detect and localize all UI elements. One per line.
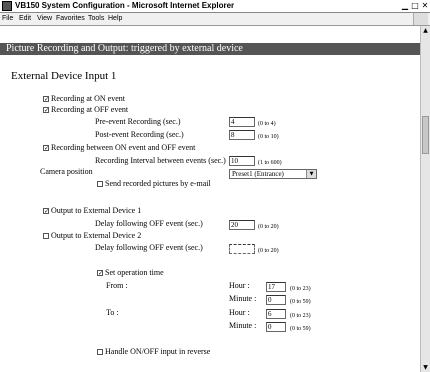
delay2-range: (0 to 20) — [258, 248, 279, 254]
from-label: From : — [106, 281, 128, 290]
recording-off-checkbox[interactable]: ✓ — [43, 107, 49, 114]
vertical-scrollbar[interactable]: ▲ ▼ — [420, 26, 430, 372]
post-event-range: (0 to 10) — [258, 134, 279, 140]
menu-tools[interactable]: Tools — [88, 14, 104, 24]
post-event-input[interactable]: 8 — [229, 130, 255, 140]
delay2-input[interactable] — [229, 244, 255, 254]
recording-between-checkbox[interactable]: ✓ — [43, 145, 49, 152]
set-time-label: Set operation time — [105, 268, 164, 277]
send-email-checkbox[interactable] — [97, 181, 103, 187]
pre-event-range: (0 to 4) — [258, 121, 276, 127]
menu-view[interactable]: View — [37, 14, 52, 24]
pre-event-label: Pre-event Recording (sec.) — [95, 117, 181, 126]
window-title: VB150 System Configuration - Microsoft I… — [15, 1, 235, 10]
output2-checkbox[interactable] — [43, 233, 49, 239]
camera-position-label: Camera position — [40, 167, 93, 176]
delay2-label: Delay following OFF event (sec.) — [95, 243, 203, 252]
recording-off-label: Recording at OFF event — [51, 105, 129, 114]
output1-label: Output to External Device 1 — [51, 206, 142, 215]
recording-on-checkbox[interactable]: ✓ — [43, 96, 49, 103]
maximize-icon[interactable]: □ — [410, 1, 420, 11]
page-content: Picture Recording and Output: triggered … — [0, 26, 420, 372]
delay1-range: (0 to 20) — [258, 224, 279, 230]
set-time-checkbox[interactable]: ✓ — [97, 270, 103, 277]
menu-bar: File Edit View Favorites Tools Help — [0, 13, 430, 26]
delay1-input[interactable]: 20 — [229, 220, 255, 230]
chevron-down-icon[interactable]: ▼ — [306, 170, 316, 178]
menu-file[interactable]: File — [2, 14, 13, 24]
interval-range: (1 to 600) — [258, 160, 282, 166]
minimize-icon[interactable]: ▁ — [400, 1, 410, 11]
from-hour-input[interactable]: 17 — [266, 282, 286, 292]
section-title: External Device Input 1 — [11, 70, 117, 82]
menu-favorites[interactable]: Favorites — [56, 14, 85, 24]
to-hour-input[interactable]: 6 — [266, 309, 286, 319]
output2-label: Output to External Device 2 — [51, 231, 142, 240]
menu-help[interactable]: Help — [108, 14, 122, 24]
from-minute-label: Minute : — [229, 294, 257, 303]
recording-on-label: Recording at ON event — [51, 94, 125, 103]
scrollbar-thumb[interactable] — [422, 116, 429, 154]
window-title-bar[interactable]: VB150 System Configuration - Microsoft I… — [0, 0, 430, 13]
scroll-down-icon[interactable]: ▼ — [421, 363, 430, 372]
interval-input[interactable]: 10 — [229, 156, 255, 166]
scroll-up-icon[interactable]: ▲ — [421, 26, 430, 35]
output1-checkbox[interactable]: ✓ — [43, 208, 49, 215]
post-event-label: Post-event Recording (sec.) — [95, 130, 184, 139]
from-hour-label: Hour : — [229, 281, 250, 290]
to-hour-label: Hour : — [229, 308, 250, 317]
send-email-label: Send recorded pictures by e-mail — [105, 179, 211, 188]
reverse-checkbox[interactable] — [97, 349, 103, 355]
ie-app-icon — [2, 1, 12, 11]
page-title: Picture Recording and Output: triggered … — [0, 43, 420, 55]
ie-logo-icon — [413, 13, 428, 25]
close-icon[interactable]: ✕ — [420, 1, 430, 11]
to-minute-range: (0 to 59) — [290, 326, 311, 332]
camera-position-value: Preset1 (Entrance) — [232, 170, 284, 178]
interval-label: Recording Interval between events (sec.) — [95, 156, 226, 165]
pre-event-input[interactable]: 4 — [229, 117, 255, 127]
to-minute-label: Minute : — [229, 321, 257, 330]
from-minute-range: (0 to 59) — [290, 299, 311, 305]
from-hour-range: (0 to 23) — [290, 286, 311, 292]
to-label: To : — [106, 308, 119, 317]
delay1-label: Delay following OFF event (sec.) — [95, 219, 203, 228]
reverse-label: Handle ON/OFF input in reverse — [105, 347, 211, 356]
to-minute-input[interactable]: 0 — [266, 322, 286, 332]
from-minute-input[interactable]: 0 — [266, 295, 286, 305]
recording-between-label: Recording between ON event and OFF event — [51, 143, 196, 152]
to-hour-range: (0 to 23) — [290, 313, 311, 319]
menu-edit[interactable]: Edit — [19, 14, 31, 24]
camera-position-select[interactable]: Preset1 (Entrance) ▼ — [229, 169, 317, 179]
